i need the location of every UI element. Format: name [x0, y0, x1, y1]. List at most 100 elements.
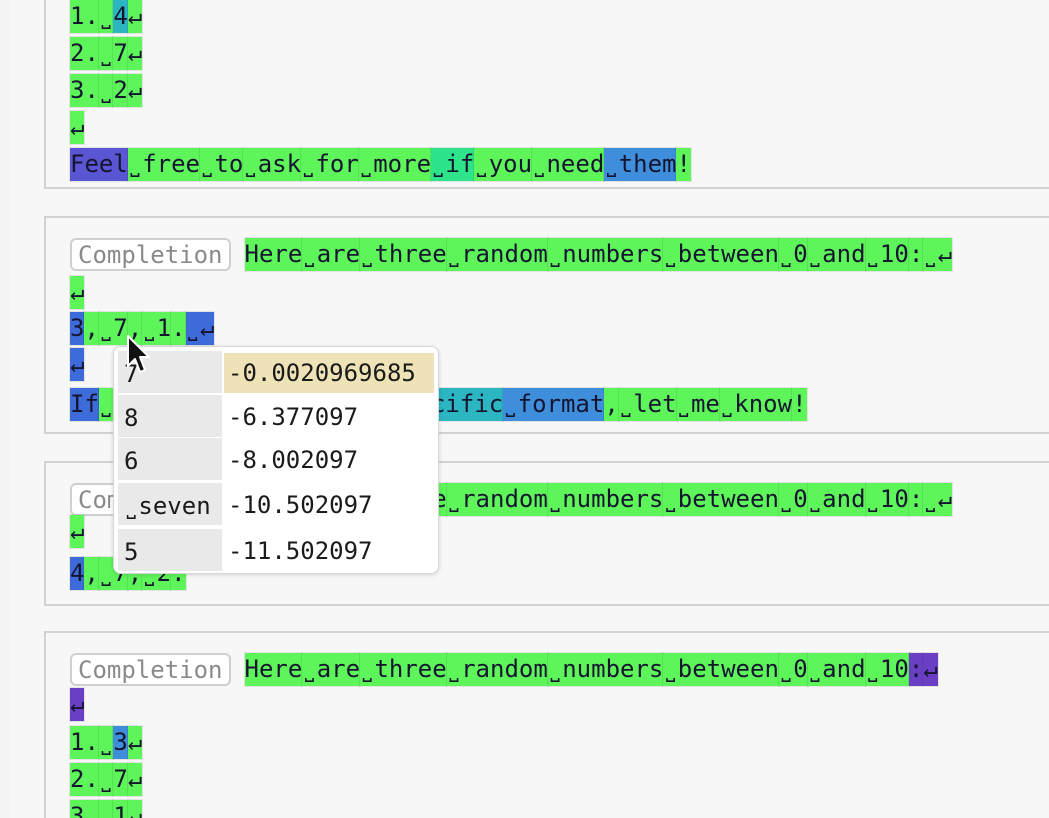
token-line: 1.˽4↵ [69, 0, 144, 34]
token[interactable]: 4 [68, 556, 86, 591]
token[interactable]: ↵ [922, 652, 939, 687]
token[interactable]: ˽and [806, 652, 867, 687]
token[interactable]: ˽let [617, 387, 678, 422]
token[interactable]: : [907, 482, 925, 517]
token[interactable]: ˽three [359, 652, 448, 687]
token[interactable]: ˽0 [777, 482, 809, 517]
token-line: 1.˽3↵ [69, 725, 144, 760]
token[interactable]: ↵ [68, 347, 86, 382]
token[interactable]: ↵ [68, 687, 86, 722]
token[interactable]: 3 [68, 311, 86, 346]
token[interactable]: ˽random [445, 652, 549, 687]
token[interactable]: ˽ [97, 799, 115, 818]
token[interactable]: ˽free [126, 147, 202, 182]
token[interactable]: ˽between [662, 482, 780, 517]
token[interactable]: ˽7 [97, 311, 129, 346]
token[interactable]: ˽for [300, 147, 360, 182]
token[interactable]: ˽ [97, 0, 115, 34]
token[interactable]: 1. [69, 0, 100, 34]
token[interactable]: : [907, 237, 925, 272]
token[interactable]: ˽0 [777, 652, 809, 687]
token[interactable]: ˽format [502, 387, 606, 422]
token[interactable]: 2. [69, 36, 100, 71]
alternative-token-row[interactable]: 5 -11.502097 [118, 529, 434, 571]
token[interactable]: ˽0 [777, 237, 809, 272]
token-line: 2.˽7↵ [69, 36, 144, 71]
token[interactable]: ˽between [662, 652, 780, 687]
completion-card: 1.˽4↵ 2.˽7↵ 3.˽2↵ ↵ Feel˽free˽to˽ask˽for˽mor… [44, 0, 1049, 189]
token[interactable]: ˽↵ [922, 482, 954, 517]
token[interactable]: ˽ [97, 725, 115, 760]
token[interactable]: ˽ [97, 36, 115, 71]
token[interactable]: ˽know [718, 387, 794, 422]
token[interactable]: 2 [112, 73, 129, 108]
token[interactable]: 7 [112, 36, 129, 71]
alternative-token-row[interactable]: 6 -8.002097 [118, 438, 434, 480]
token[interactable]: ˽and [806, 237, 867, 272]
alternative-token-row[interactable]: ˽seven -10.502097 [118, 483, 434, 525]
token[interactable]: 7 [112, 762, 129, 797]
token[interactable]: ˽you [473, 147, 534, 182]
token[interactable]: ↵ [126, 762, 144, 797]
completion-label: Completion [70, 653, 231, 686]
token[interactable]: : [907, 652, 925, 687]
token[interactable]: ˽↵ [922, 237, 954, 272]
token[interactable]: ˽numbers [546, 652, 665, 687]
token[interactable]: ˽me [675, 387, 721, 422]
token[interactable]: ˽numbers [546, 237, 665, 272]
token[interactable]: ˽between [662, 237, 780, 272]
token[interactable]: 1 [112, 799, 129, 818]
token[interactable]: 3. [69, 799, 100, 818]
token[interactable]: If [69, 387, 100, 422]
token[interactable]: ˽ask [242, 147, 303, 182]
token[interactable]: . [170, 311, 187, 346]
token[interactable]: ! [791, 387, 808, 422]
token[interactable]: ˽10 [864, 237, 910, 272]
token[interactable]: , [83, 556, 100, 591]
token[interactable]: , [83, 311, 100, 346]
token[interactable]: ˽need [531, 147, 606, 182]
token[interactable]: ˽if [430, 147, 476, 182]
token[interactable]: ↵ [126, 799, 144, 818]
alternative-token-row[interactable]: 7 -0.0020969685 [118, 351, 434, 393]
token[interactable]: ↵ [126, 0, 144, 34]
token[interactable]: ↵ [68, 514, 86, 549]
token[interactable]: ↵ [126, 36, 144, 71]
token[interactable]: 3 [112, 725, 129, 760]
token[interactable]: 4 [112, 0, 129, 34]
completion-tokens: CompletionHere˽are˽three˽random˽numbers˽… [68, 633, 1049, 818]
token[interactable]: ˽more [357, 147, 433, 182]
token[interactable]: ˽ [97, 762, 115, 797]
completion-tokens: 1.˽4↵ 2.˽7↵ 3.˽2↵ ↵ Feel˽free˽to˽ask˽for˽mor… [68, 0, 1049, 187]
token[interactable]: Here [243, 652, 304, 687]
token[interactable]: ˽10 [864, 482, 910, 517]
token[interactable]: 1. [69, 725, 100, 760]
token[interactable]: ˽to [198, 147, 245, 182]
token[interactable]: ˽three [359, 237, 448, 272]
token[interactable]: ↵ [68, 275, 86, 310]
token[interactable]: Feel [69, 147, 129, 182]
token-line: ↵ [68, 347, 86, 382]
token[interactable]: ˽them [603, 147, 678, 182]
token[interactable]: ˽random [445, 237, 549, 272]
alternative-token: 6 [118, 438, 222, 480]
token-line: 3.˽1↵ [69, 799, 144, 818]
token[interactable]: 3. [69, 73, 100, 108]
token[interactable]: ˽random [445, 482, 549, 517]
token[interactable]: ˽are [301, 652, 362, 687]
token[interactable]: ˽numbers [546, 482, 665, 517]
token[interactable]: ! [675, 147, 692, 182]
token[interactable]: ˽and [806, 482, 867, 517]
completion-label: Completion [70, 238, 231, 271]
alternative-token-row[interactable]: 8 -6.377097 [118, 395, 434, 437]
token[interactable]: ↵ [126, 73, 144, 108]
token[interactable]: ↵ [68, 110, 86, 145]
token[interactable]: ˽are [301, 237, 362, 272]
token[interactable]: Here [243, 237, 304, 272]
token[interactable]: 2. [69, 762, 100, 797]
token[interactable]: ˽↵ [184, 311, 216, 346]
token[interactable]: , [603, 387, 620, 422]
token[interactable]: ˽ [97, 73, 115, 108]
token[interactable]: ↵ [126, 725, 144, 760]
token[interactable]: ˽10 [864, 652, 910, 687]
